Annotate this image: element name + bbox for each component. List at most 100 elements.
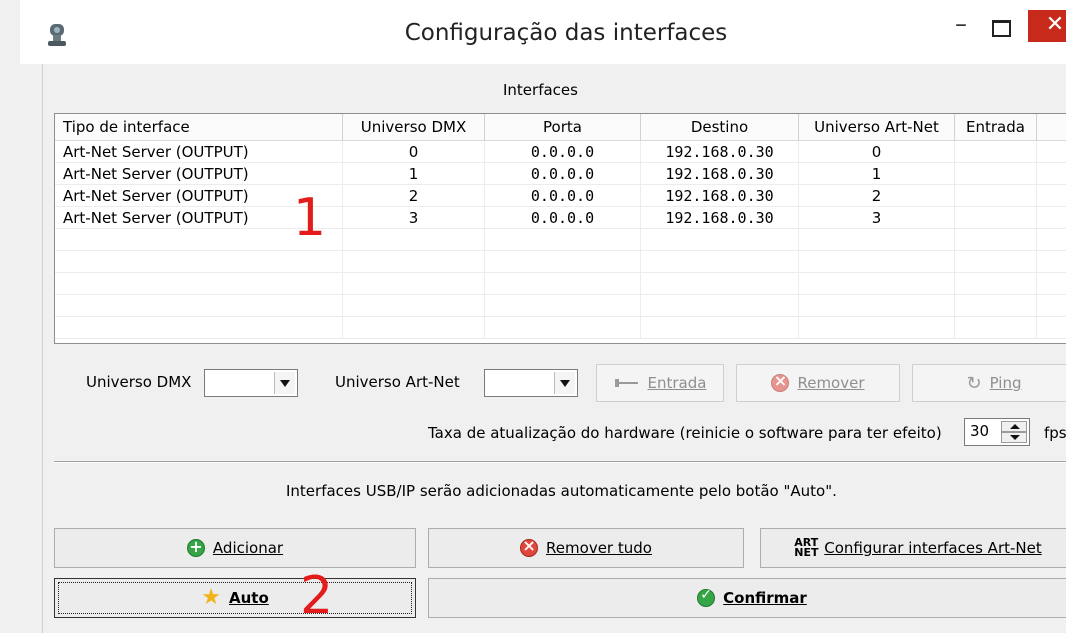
configurar-artnet-button-label: Configurar interfaces Art-Net: [824, 539, 1042, 557]
confirmar-button-label: Confirmar: [723, 589, 807, 607]
table-cell: [485, 251, 641, 273]
table-header: Tipo de interface Universo DMX Porta Destin…: [55, 114, 1066, 141]
column-header[interactable]: Destino: [641, 114, 799, 140]
table-cell: [343, 295, 485, 317]
table-cell: 192.168.0.30: [641, 163, 799, 185]
table-cell: [55, 295, 343, 317]
table-cell: [1037, 317, 1066, 339]
focus-ring: [58, 582, 412, 614]
dialog-window: Configuração das interfaces – ✕ Interfac…: [0, 0, 1066, 633]
table-cell: [641, 317, 799, 339]
table-row[interactable]: [55, 273, 1066, 295]
table-cell: [343, 317, 485, 339]
annotation-marker-1: 1: [293, 188, 327, 248]
table-cell: 0.0.0.0: [485, 207, 641, 229]
column-header[interactable]: Universo DMX: [343, 114, 485, 140]
adicionar-button[interactable]: Adicionar: [54, 528, 416, 568]
universo-artnet-select[interactable]: [484, 369, 578, 397]
interfaces-table[interactable]: Tipo de interface Universo DMX Porta Destin…: [54, 113, 1066, 344]
table-row[interactable]: [55, 251, 1066, 273]
table-row[interactable]: Art-Net Server (OUTPUT) 3 0.0.0.0 192.168.0…: [55, 207, 1066, 229]
maximize-button[interactable]: [992, 20, 1011, 37]
refresh-rate-value[interactable]: 30: [970, 422, 989, 440]
table-cell: [799, 251, 955, 273]
table-cell: Art-Net Server (OUTPUT): [55, 141, 343, 163]
spin-down-icon[interactable]: [1001, 432, 1027, 443]
column-header[interactable]: Porta: [485, 114, 641, 140]
table-cell: [343, 251, 485, 273]
table-row[interactable]: [55, 317, 1066, 339]
table-row[interactable]: [55, 295, 1066, 317]
add-icon: [186, 537, 205, 557]
table-cell: [955, 141, 1037, 163]
table-row[interactable]: [55, 229, 1066, 251]
table-row[interactable]: Art-Net Server (OUTPUT) 2 0.0.0.0 192.168.0…: [55, 185, 1066, 207]
table-cell: [955, 163, 1037, 185]
table-cell: [1037, 163, 1066, 185]
table-cell: [955, 317, 1037, 339]
table-cell: 192.168.0.30: [641, 207, 799, 229]
table-cell: [485, 295, 641, 317]
table-cell: [485, 317, 641, 339]
chevron-down-icon[interactable]: [554, 372, 575, 394]
table-cell: [1037, 295, 1066, 317]
column-header-filler[interactable]: [1037, 114, 1066, 140]
table-cell: 2: [799, 185, 955, 207]
table-cell: [343, 229, 485, 251]
spin-up-icon[interactable]: [1001, 421, 1027, 432]
table-cell: [55, 251, 343, 273]
confirmar-button[interactable]: Confirmar: [428, 578, 1066, 618]
table-cell: 2: [343, 185, 485, 207]
table-cell: [799, 229, 955, 251]
column-header[interactable]: Universo Art-Net: [799, 114, 955, 140]
table-cell: 0.0.0.0: [485, 185, 641, 207]
table-cell: [1037, 273, 1066, 295]
table-row[interactable]: Art-Net Server (OUTPUT) 1 0.0.0.0 192.168.0…: [55, 163, 1066, 185]
artnet-icon-bottom: NET: [794, 546, 819, 559]
remover-tudo-button[interactable]: Remover tudo: [428, 528, 744, 568]
remover-button-label: Remover: [797, 374, 865, 392]
configurar-artnet-button[interactable]: ART NET Configurar interfaces Art-Net: [760, 528, 1066, 568]
table-cell: 0: [799, 141, 955, 163]
window-title: Configuração das interfaces: [404, 20, 728, 46]
universo-dmx-select[interactable]: [204, 369, 298, 397]
section-title: Interfaces: [503, 81, 578, 99]
check-icon: [697, 587, 716, 607]
refresh-rate-spinner[interactable]: 30: [964, 418, 1030, 446]
table-cell: [955, 185, 1037, 207]
refresh-rate-label: Taxa de atualização do hardware (reinici…: [428, 424, 942, 442]
table-cell: [1037, 229, 1066, 251]
table-cell: Art-Net Server (OUTPUT): [55, 163, 343, 185]
chevron-down-icon[interactable]: [274, 372, 295, 394]
table-cell: 1: [343, 163, 485, 185]
remove-icon: [771, 371, 790, 392]
table-cell: [485, 229, 641, 251]
ping-button[interactable]: ↻ Ping: [912, 364, 1066, 402]
info-text: Interfaces USB/IP serão adicionadas auto…: [286, 482, 837, 500]
close-button[interactable]: ✕: [1028, 10, 1066, 42]
table-cell: [55, 273, 343, 295]
auto-button[interactable]: ★ Auto: [54, 578, 416, 618]
table-cell: [1037, 207, 1066, 229]
entrada-button[interactable]: Entrada: [596, 364, 724, 402]
table-cell: 0: [343, 141, 485, 163]
column-header[interactable]: Entrada: [955, 114, 1037, 140]
table-cell: 3: [343, 207, 485, 229]
minimize-button[interactable]: –: [948, 12, 974, 40]
annotation-marker-2: 2: [300, 566, 334, 626]
universo-artnet-label: Universo Art-Net: [335, 373, 460, 391]
table-cell: [641, 251, 799, 273]
table-cell: 0.0.0.0: [485, 141, 641, 163]
remover-button[interactable]: Remover: [736, 364, 900, 402]
column-header[interactable]: Tipo de interface: [55, 114, 343, 140]
table-cell: [1037, 141, 1066, 163]
title-bar: Configuração das interfaces – ✕: [20, 0, 1066, 64]
table-row[interactable]: Art-Net Server (OUTPUT) 0 0.0.0.0 192.168.0…: [55, 141, 1066, 163]
table-cell: [55, 317, 343, 339]
table-cell: [641, 295, 799, 317]
table-cell: [955, 207, 1037, 229]
ping-icon: ↻: [966, 372, 982, 394]
ping-button-label: Ping: [989, 374, 1022, 392]
refresh-rate-unit: fps: [1044, 424, 1066, 442]
table-cell: [799, 295, 955, 317]
